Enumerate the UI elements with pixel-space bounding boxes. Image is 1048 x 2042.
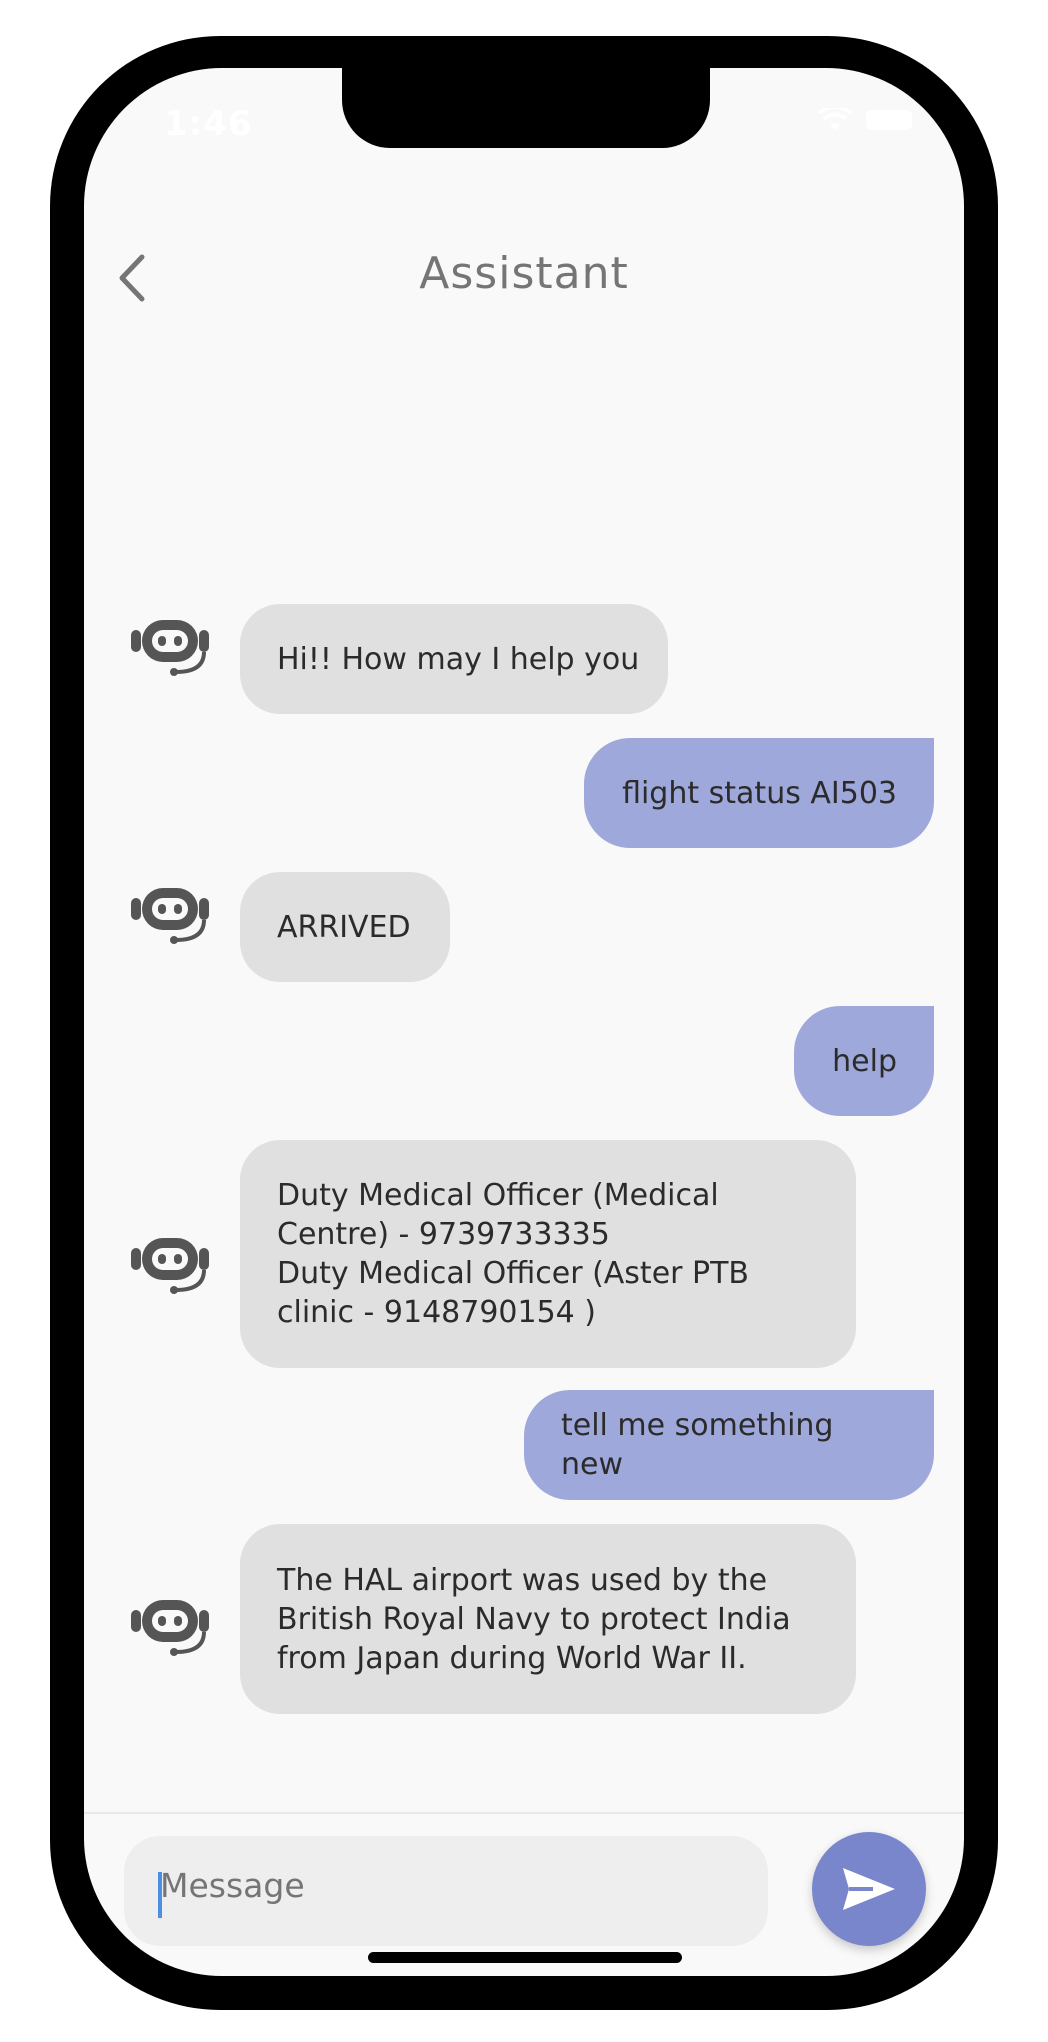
bot-message-bubble: Duty Medical Officer (Medical Centre) - … <box>240 1140 856 1368</box>
bot-message-bubble: ARRIVED <box>240 872 450 982</box>
status-time: 1:46 <box>164 104 253 144</box>
send-button[interactable] <box>812 1832 926 1946</box>
message-text: flight status AI503 <box>622 775 897 811</box>
message-line: Duty Medical Officer (Aster PTB <box>277 1256 750 1291</box>
message-text: Hi!! How may I help you <box>277 641 640 677</box>
message-line: British Royal Navy to protect India <box>277 1601 791 1637</box>
app-screen: 1:46 Assistant Hi!! How may I help you f… <box>84 68 964 1976</box>
wifi-icon <box>818 108 852 130</box>
status-icons <box>818 108 912 132</box>
message-line: clinic - 9148790154 ) <box>277 1295 597 1330</box>
user-message-bubble: flight status AI503 <box>584 738 934 848</box>
message-line: Duty Medical Officer (Medical <box>277 1178 719 1213</box>
bot-message-bubble: The HAL airport was used by the British … <box>240 1524 856 1714</box>
robot-headset-icon <box>131 1238 209 1294</box>
bot-message-bubble: Hi!! How may I help you <box>240 604 668 714</box>
user-message-bubble: tell me something new <box>524 1390 934 1500</box>
message-text: help <box>832 1043 897 1079</box>
composer-divider <box>84 1812 964 1814</box>
home-indicator <box>368 1952 682 1963</box>
robot-headset-icon <box>131 888 209 944</box>
message-line: The HAL airport was used by the <box>277 1562 768 1598</box>
page-title: Assistant <box>419 248 629 299</box>
user-message-bubble: help <box>794 1006 934 1116</box>
message-text: tell me something new <box>561 1408 834 1482</box>
battery-icon <box>866 110 912 130</box>
message-line: Centre) - 9739733335 <box>277 1217 610 1252</box>
message-text: ARRIVED <box>277 909 411 945</box>
robot-headset-icon <box>131 1600 209 1656</box>
send-icon <box>843 1868 895 1910</box>
message-input-container[interactable] <box>124 1836 768 1946</box>
app-bar: Assistant <box>84 238 964 318</box>
message-line: from Japan during World War II. <box>277 1640 747 1676</box>
robot-headset-icon <box>131 620 209 676</box>
message-input[interactable] <box>160 1866 720 1905</box>
notch <box>342 68 710 148</box>
